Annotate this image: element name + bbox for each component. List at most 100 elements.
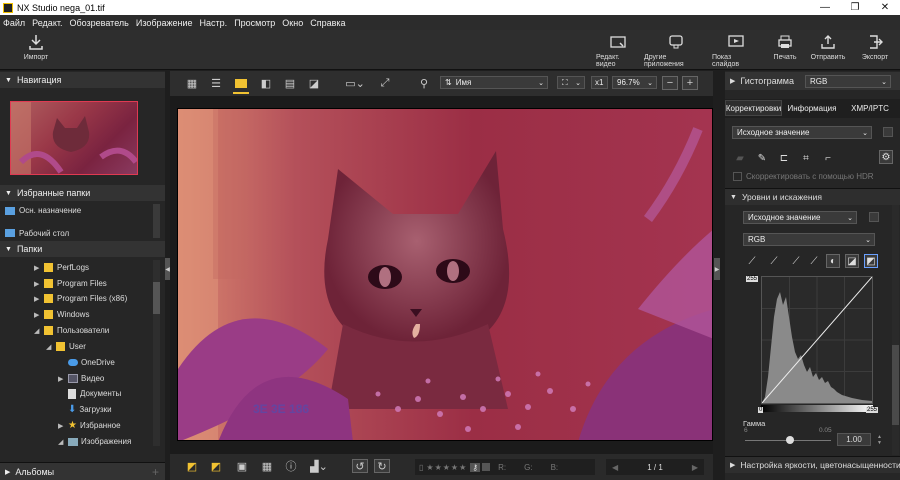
rotate-left-icon[interactable]: ↺ — [352, 459, 368, 473]
menu-help[interactable]: Справка — [310, 18, 345, 28]
grid-overlay-icon[interactable]: ▦ — [259, 459, 275, 473]
send-button[interactable]: Отправить — [810, 33, 846, 69]
label-box-icon[interactable] — [482, 463, 491, 471]
tree-item[interactable]: ◢ Пользователи — [34, 323, 109, 338]
menu-image[interactable]: Изображение — [136, 18, 193, 28]
gamma-slider-thumb[interactable] — [786, 436, 794, 444]
right-scrollbar[interactable] — [892, 205, 899, 455]
prev-image-icon[interactable]: ◀ — [612, 463, 618, 472]
list-view-icon[interactable]: ☰ — [208, 76, 224, 90]
crop-icon[interactable]: ⌗ — [799, 151, 813, 165]
menu-settings[interactable]: Настр. — [200, 18, 228, 28]
favorites-header[interactable]: ▼ Избранные папки — [0, 185, 165, 201]
histogram-channel-select[interactable]: RGB ⌄ — [805, 75, 891, 88]
folders-scrollbar[interactable] — [153, 260, 160, 446]
distortion-icon[interactable]: ⌐ — [821, 151, 835, 165]
maximize-icon[interactable]: ❐ — [840, 0, 870, 15]
gamma-value-input[interactable]: 1.00 — [837, 433, 871, 446]
tone-curve-graph[interactable] — [761, 276, 873, 404]
rotate-right-icon[interactable]: ↻ — [374, 459, 390, 473]
linear-curve-icon[interactable]: ◩ — [864, 254, 878, 268]
protect-icon[interactable]: ⚷ — [470, 462, 481, 472]
import-button[interactable]: Импорт — [20, 33, 52, 69]
tab-info[interactable]: Информация — [783, 100, 841, 116]
minimize-icon[interactable]: — — [810, 0, 840, 15]
edit-video-button[interactable]: Редакт. видео — [596, 33, 640, 69]
menu-file[interactable]: Файл — [3, 18, 25, 28]
print-button[interactable]: Печать — [770, 33, 800, 69]
tree-item[interactable]: ▶ Program Files — [34, 276, 107, 291]
layout-select-icon[interactable]: ▭⌄ — [343, 76, 367, 90]
tree-item[interactable]: ▶ PerfLogs — [34, 260, 89, 275]
reset-curve-icon[interactable]: ◪ — [845, 254, 859, 268]
navigation-header[interactable]: ▼ Навигация — [0, 72, 165, 88]
multi-view-icon[interactable]: ▤ — [282, 76, 298, 90]
collapse-right-panel-icon[interactable]: ▶ — [714, 258, 720, 280]
zoom-in-icon[interactable]: + — [682, 76, 698, 90]
tree-item[interactable]: ▶ Видео — [58, 371, 104, 386]
tree-item[interactable]: ▶ Program Files (x86) — [34, 291, 127, 306]
label-stack-icon[interactable]: ◩ — [208, 459, 224, 473]
fit-frame-icon[interactable]: ⤢ — [377, 76, 393, 90]
fit-select[interactable]: ⛶ ⌄ — [557, 76, 585, 89]
picture-control-icon[interactable]: ▰ — [733, 151, 747, 165]
main-photo[interactable]: 3E 3E 186 — [177, 108, 713, 441]
preset-checkbox[interactable] — [883, 127, 893, 137]
albums-header[interactable]: ▶ Альбомы + — [0, 462, 165, 480]
rating-stars[interactable]: ★★★★★ — [426, 463, 467, 472]
black-point-eyedropper-icon[interactable]: ⟋ — [745, 254, 759, 268]
zoom-out-icon[interactable]: − — [662, 76, 678, 90]
gear-icon[interactable]: ⚙ — [879, 150, 893, 164]
favorite-item-default[interactable]: Осн. назначение — [5, 203, 81, 218]
other-apps-button[interactable]: Другие приложения — [644, 33, 708, 69]
neutral-eyedropper-icon[interactable]: ⟋ — [807, 254, 821, 268]
zoom-x1-button[interactable]: x1 — [591, 76, 608, 89]
black-point-value[interactable]: 0 — [758, 407, 764, 413]
folders-header[interactable]: ▼ Папки — [0, 241, 165, 257]
compare-view-icon[interactable]: ◧ — [258, 76, 274, 90]
levels-preset-select[interactable]: Исходное значение ⌄ — [743, 211, 857, 224]
menu-view[interactable]: Просмотр — [234, 18, 275, 28]
right-scrollbar-thumb[interactable] — [892, 345, 899, 425]
hdr-checkbox[interactable] — [733, 172, 742, 181]
tree-item[interactable]: ◢ User — [46, 339, 86, 354]
tree-item[interactable]: Документы — [58, 386, 121, 401]
scrollbar-thumb[interactable] — [153, 282, 160, 314]
brightness-saturation-header[interactable]: ▶ Настройка яркости, цветонасыщенности — [725, 456, 900, 473]
gamma-stepper-icon[interactable]: ▲ ▼ — [877, 434, 883, 446]
tree-item[interactable]: ⬇ Загрузки — [58, 402, 112, 417]
before-after-icon[interactable]: ◪ — [306, 76, 322, 90]
levels-header[interactable]: ▼ Уровни и искажения — [725, 188, 900, 205]
levels-checkbox[interactable] — [869, 212, 879, 222]
tree-item[interactable]: ▶ ★ Избранное — [58, 418, 121, 433]
close-icon[interactable]: ✕ — [870, 0, 900, 15]
reject-icon[interactable]: ▯ — [419, 463, 423, 472]
tree-item[interactable]: ◢ Изображения — [58, 434, 131, 449]
next-image-icon[interactable]: ▶ — [692, 463, 698, 472]
tree-item[interactable]: ▶ Windows — [34, 307, 89, 322]
favorite-item-desktop[interactable]: Рабочий стол — [5, 229, 69, 237]
sort-select[interactable]: ⇅ Имя ⌄ — [440, 76, 548, 89]
add-album-icon[interactable]: + — [152, 465, 159, 479]
histogram-overlay-icon[interactable]: ▟⌄ — [308, 459, 330, 473]
favorites-scrollbar[interactable] — [153, 204, 160, 238]
zoom-select[interactable]: 96.7% ⌄ — [612, 76, 657, 89]
grid-view-icon[interactable]: ▦ — [184, 76, 200, 90]
white-point-eyedropper-icon[interactable]: ⟋ — [789, 254, 803, 268]
menu-browser[interactable]: Обозреватель — [69, 18, 128, 28]
label-color-icon[interactable]: ◩ — [184, 459, 200, 473]
levels-channel-select[interactable]: RGB ⌄ — [743, 233, 875, 246]
auto-contrast-icon[interactable]: ◐ — [826, 254, 840, 268]
info-icon[interactable]: ⓘ — [283, 459, 299, 473]
slideshow-button[interactable]: Показ слайдов — [712, 33, 760, 69]
filter-icon[interactable]: ⚲ — [416, 76, 432, 90]
white-point-value[interactable]: 255 — [866, 407, 879, 413]
tab-xmp[interactable]: XMP/IPTC — [841, 100, 899, 116]
straighten-icon[interactable]: ⊏ — [777, 151, 791, 165]
retouch-brush-icon[interactable]: ✎ — [755, 151, 769, 165]
gray-point-eyedropper-icon[interactable]: ⟋ — [767, 254, 781, 268]
single-view-icon[interactable] — [233, 76, 249, 90]
navigation-thumbnail[interactable] — [10, 101, 138, 175]
menu-edit[interactable]: Редакт. — [32, 18, 62, 28]
tree-item[interactable]: OneDrive — [58, 355, 115, 370]
